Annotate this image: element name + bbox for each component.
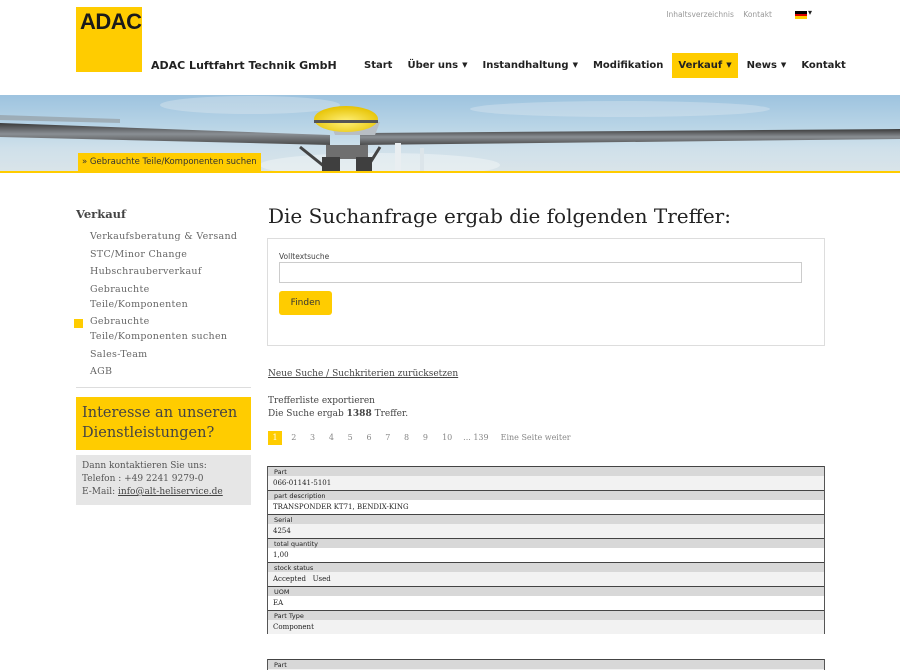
field-value: EA — [268, 596, 824, 610]
result-record: Part 066-01141-5101 part description TRA… — [267, 466, 825, 634]
result-count: Die Suche ergab 1388 Treffer. — [268, 409, 408, 419]
nav-label: Über uns — [407, 60, 459, 71]
page-9[interactable]: 9 — [418, 431, 432, 445]
sidebar-item-label: Hubschrauberverkauf — [90, 266, 202, 277]
adac-logo[interactable]: ADAC — [76, 7, 142, 72]
nav-label: Instandhaltung — [482, 60, 569, 71]
page-1[interactable]: 1 — [268, 431, 282, 445]
search-label: Volltextsuche — [279, 252, 330, 261]
sidebar-item-verkaufsberatung[interactable]: Verkaufsberatung & Versand — [90, 229, 250, 244]
sidebar-item-label: Verkaufsberatung & Versand — [90, 231, 238, 242]
result-suffix: Treffer. — [371, 409, 409, 419]
contact-email-label: E-Mail: — [82, 487, 119, 497]
sidebar-item-sales-team[interactable]: Sales-Team — [90, 347, 250, 362]
sidebar-item-agb[interactable]: AGB — [90, 364, 250, 379]
field-label: Part — [268, 466, 824, 476]
nav-instandhaltung[interactable]: Instandhaltung ▼ — [477, 53, 584, 78]
field-value: 066-01141-5101 — [268, 476, 824, 490]
nav-modifikation[interactable]: Modifikation — [587, 53, 669, 78]
sidebar-item-stc[interactable]: STC/Minor Change — [90, 247, 250, 262]
utility-links: Inhaltsverzeichnis Kontakt — [659, 10, 772, 19]
page-7[interactable]: 7 — [381, 431, 395, 445]
sidebar-item-hubschrauberverkauf[interactable]: Hubschrauberverkauf — [90, 264, 250, 279]
company-name: ADAC Luftfahrt Technik GmbH — [151, 59, 337, 72]
sidebar-item-label: Gebrauchte — [90, 316, 150, 327]
contact-email-row: E-Mail: info@alt-heliservice.de — [82, 486, 245, 499]
page-10[interactable]: 10 — [437, 431, 457, 445]
result-count-number: 1388 — [346, 409, 372, 419]
sidebar-item-teile-suchen[interactable]: Gebrauchte Teile/Komponenten suchen — [74, 314, 250, 344]
sidebar-item-label: Gebrauchte — [90, 283, 150, 295]
find-button[interactable]: Finden — [279, 291, 332, 315]
next-page-link[interactable]: Eine Seite weiter — [501, 431, 571, 445]
page-title: Die Suchanfrage ergab die folgenden Tref… — [268, 204, 731, 228]
field-value: Component — [268, 620, 824, 634]
field-label: Serial — [268, 514, 824, 524]
contact-phone: Telefon : +49 2241 9279-0 — [82, 474, 204, 484]
search-input[interactable] — [279, 262, 802, 283]
utility-link-contact[interactable]: Kontakt — [743, 10, 772, 19]
nav-label: Modifikation — [592, 60, 664, 71]
field-value: 1,00 — [268, 548, 824, 562]
nav-label: Start — [364, 60, 393, 71]
pagination: 1 2 3 4 5 6 7 8 9 10 ... 139 Eine Seite … — [268, 431, 571, 445]
field-label: total quantity — [268, 538, 824, 548]
page-last[interactable]: ... 139 — [463, 431, 488, 445]
search-form: Volltextsuche Finden — [267, 238, 825, 346]
logo-text: ADAC — [80, 9, 142, 34]
chevron-down-icon: ▼ — [726, 61, 732, 69]
field-value: TRANSPONDER KT71, BENDIX-KING — [268, 500, 824, 514]
page-5[interactable]: 5 — [343, 431, 357, 445]
chevron-down-icon: ▼ — [780, 61, 787, 69]
sidebar-item-gebrauchte-teile[interactable]: Gebrauchte Teile/Komponenten — [90, 282, 250, 312]
sidebar-item-label: Sales-Team — [90, 348, 148, 360]
nav-label: Verkauf — [678, 60, 723, 71]
chevron-down-icon: ▼ — [572, 61, 578, 69]
sidebar-title: Verkauf — [76, 207, 126, 221]
reset-search-link[interactable]: Neue Suche / Suchkriterien zurücksetzen — [268, 369, 458, 379]
nav-ueber-uns[interactable]: Über uns ▼ — [401, 53, 473, 78]
nav-label: News — [746, 60, 777, 71]
page-4[interactable]: 4 — [324, 431, 338, 445]
breadcrumb[interactable]: » Gebrauchte Teile/Komponenten suchen — [78, 153, 261, 171]
field-label: Part — [268, 659, 824, 669]
utility-link-index[interactable]: Inhaltsverzeichnis — [666, 10, 734, 19]
sidebar-divider — [76, 387, 251, 388]
chevron-down-icon: ▼ — [462, 61, 468, 69]
sidebar-item-label: Teile/Komponenten — [90, 298, 189, 310]
field-value: 4254 — [268, 524, 824, 538]
flag-icon-de[interactable] — [795, 11, 807, 19]
page-3[interactable]: 3 — [306, 431, 320, 445]
sidebar-item-label: Teile/Komponenten suchen — [90, 331, 228, 342]
result-record: Part — [267, 659, 825, 670]
export-results-link[interactable]: Trefferliste exportieren — [268, 396, 375, 406]
nav-news[interactable]: News ▼ — [741, 53, 793, 78]
nav-label: Kontakt — [801, 60, 846, 71]
nav-verkauf[interactable]: Verkauf ▼ — [672, 53, 738, 78]
page-2[interactable]: 2 — [287, 431, 301, 445]
page-8[interactable]: 8 — [400, 431, 414, 445]
sidebar-menu: Verkaufsberatung & Versand STC/Minor Cha… — [74, 229, 250, 382]
contact-box: Dann kontaktieren Sie uns: Telefon : +49… — [76, 455, 251, 505]
sidebar-item-label: AGB — [90, 366, 113, 377]
field-label: Part Type — [268, 610, 824, 620]
language-dropdown-caret-icon[interactable]: ▾ — [808, 8, 812, 17]
banner-accent-line — [0, 171, 900, 173]
field-value: Accepted Used — [268, 572, 824, 586]
nav-kontakt[interactable]: Kontakt — [795, 53, 852, 78]
promo-box: Interesse an unseren Dienstleistungen? — [76, 397, 251, 450]
main-navigation: Start Über uns ▼ Instandhaltung ▼ Modifika… — [358, 53, 855, 78]
contact-intro: Dann kontaktieren Sie uns: — [82, 461, 207, 471]
field-label: UOM — [268, 586, 824, 596]
contact-email-link[interactable]: info@alt-heliservice.de — [118, 487, 223, 497]
field-label: part description — [268, 490, 824, 500]
result-prefix: Die Suche ergab — [268, 409, 347, 419]
field-label: stock status — [268, 562, 824, 572]
sidebar-item-label: STC/Minor Change — [90, 248, 188, 260]
nav-start[interactable]: Start — [358, 53, 398, 78]
page-6[interactable]: 6 — [362, 431, 376, 445]
